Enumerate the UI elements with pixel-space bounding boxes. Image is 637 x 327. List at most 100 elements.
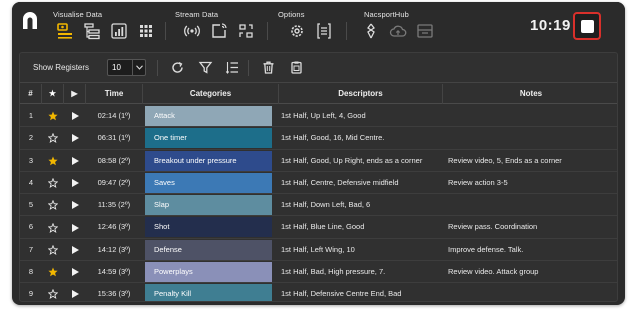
- play-icon[interactable]: [64, 172, 86, 194]
- row-category: Penalty Kill: [145, 284, 272, 301]
- row-category: Shot: [145, 217, 272, 238]
- row-number: 7: [28, 244, 34, 254]
- app-logo-icon[interactable]: [20, 11, 40, 31]
- row-descriptors: 1st Half, Down Left, Bad, 6: [281, 200, 371, 210]
- row-category: Defense: [145, 239, 272, 260]
- star-outline-icon[interactable]: [42, 216, 64, 238]
- row-descriptors: 1st Half, Good, Up Right, ends as a corn…: [281, 155, 423, 165]
- row-descriptors: 1st Half, Bad, High pressure, 7.: [281, 267, 386, 277]
- row-time: 14:12 (3º): [97, 244, 131, 254]
- group-label-hub: NacsportHub: [364, 10, 409, 19]
- row-descriptors: 1st Half, Left Wing, 10: [281, 244, 355, 254]
- star-filled-icon[interactable]: [42, 150, 64, 172]
- grid-icon[interactable]: [137, 22, 155, 40]
- col-header-number[interactable]: #: [20, 84, 42, 104]
- stop-recording-button[interactable]: [573, 12, 601, 40]
- table-row[interactable]: 3 08:58 (2º) Breakout under pressure 1st Ha…: [20, 150, 617, 172]
- table-row[interactable]: 9 15:36 (3º) Penalty Kill 1st Half, Defensi…: [20, 283, 617, 301]
- play-icon[interactable]: [64, 194, 86, 216]
- clock-display: 10:19: [530, 17, 571, 34]
- toolbar-divider: [267, 22, 268, 40]
- chevron-down-icon: [132, 60, 145, 75]
- group-label-options: Options: [278, 10, 305, 19]
- clipboard-icon[interactable]: [289, 60, 304, 75]
- registers-count-select[interactable]: 10: [107, 59, 146, 76]
- play-icon[interactable]: [64, 283, 86, 301]
- row-descriptors: 1st Half, Blue Line, Good: [281, 222, 365, 232]
- row-category: Breakout under pressure: [145, 150, 272, 171]
- register-list-icon[interactable]: [56, 22, 74, 40]
- row-time: 15:36 (3º): [97, 289, 131, 299]
- star-outline-icon[interactable]: [42, 127, 64, 149]
- chart-icon[interactable]: [110, 22, 128, 40]
- sliders-icon[interactable]: [315, 22, 333, 40]
- settings-icon[interactable]: [288, 22, 306, 40]
- star-outline-icon[interactable]: [42, 194, 64, 216]
- trash-icon[interactable]: [261, 60, 276, 75]
- play-icon[interactable]: [64, 239, 86, 261]
- broadcast-icon[interactable]: [183, 22, 201, 40]
- row-time: 08:58 (2º): [97, 155, 131, 165]
- filter-icon[interactable]: [198, 60, 213, 75]
- row-notes: Improve defense. Talk.: [448, 244, 524, 254]
- group-label-stream: Stream Data: [175, 10, 219, 19]
- table-row[interactable]: 1 02:14 (1º) Attack 1st Half, Up Left, 4, G…: [20, 105, 617, 128]
- show-registers-label: Show Registers: [33, 63, 90, 72]
- col-header-notes[interactable]: Notes: [443, 84, 617, 104]
- col-header-time[interactable]: Time: [86, 84, 143, 104]
- table-header: # ★ ▶ Time Categories Descriptors Notes: [20, 84, 617, 104]
- top-toolbar: Visualise Data Stream Data Options Nacsp…: [12, 2, 625, 46]
- play-icon[interactable]: [64, 127, 86, 149]
- row-number: 5: [28, 200, 34, 210]
- share-icon[interactable]: [362, 22, 380, 40]
- grid-upload-icon[interactable]: [416, 22, 434, 40]
- connect-icon[interactable]: [237, 22, 255, 40]
- row-time: 09:47 (2º): [97, 177, 131, 187]
- star-filled-icon[interactable]: [42, 105, 64, 127]
- table-row[interactable]: 6 12:46 (3º) Shot 1st Half, Blue Line, Good…: [20, 216, 617, 239]
- row-time: 02:14 (1º): [97, 111, 131, 120]
- stream-export-icon[interactable]: [210, 22, 228, 40]
- star-outline-icon[interactable]: [42, 239, 64, 261]
- toolbar-divider: [157, 60, 158, 76]
- toolbar-divider: [248, 60, 249, 76]
- row-number: 9: [28, 289, 34, 299]
- col-header-descriptors[interactable]: Descriptors: [279, 84, 443, 104]
- table-row[interactable]: 5 11:35 (2º) Slap 1st Half, Down Left, Bad,…: [20, 194, 617, 217]
- row-descriptors: 1st Half, Centre, Defensive midfield: [281, 177, 399, 187]
- registers-toolbar: Show Registers 10: [20, 53, 617, 83]
- group-label-visualise: Visualise Data: [53, 10, 103, 19]
- row-category: Slap: [145, 195, 272, 216]
- row-category: Powerplays: [145, 262, 272, 283]
- col-header-play[interactable]: ▶: [64, 84, 86, 104]
- table-row[interactable]: 8 14:59 (3º) Powerplays 1st Half, Bad, High…: [20, 261, 617, 284]
- app-window: Visualise Data Stream Data Options Nacsp…: [12, 2, 625, 305]
- star-outline-icon[interactable]: [42, 172, 64, 194]
- row-time: 14:59 (3º): [97, 267, 131, 277]
- table-row[interactable]: 2 06:31 (1º) One timer 1st Half, Good, 16, …: [20, 127, 617, 150]
- row-notes: Review video. Attack group: [448, 267, 539, 277]
- play-icon[interactable]: [64, 150, 86, 172]
- refresh-icon[interactable]: [170, 60, 185, 75]
- row-category: One timer: [145, 128, 272, 149]
- row-time: 11:35 (2º): [97, 200, 131, 210]
- table-row[interactable]: 7 14:12 (3º) Defense 1st Half, Left Wing, 1…: [20, 239, 617, 262]
- table-row[interactable]: 4 09:47 (2º) Saves 1st Half, Centre, Defens…: [20, 172, 617, 195]
- play-icon[interactable]: [64, 216, 86, 238]
- tree-list-icon[interactable]: [83, 22, 101, 40]
- toolbar-divider: [346, 22, 347, 40]
- play-icon[interactable]: [64, 105, 86, 127]
- row-number: 2: [28, 133, 34, 143]
- row-notes: [446, 105, 616, 127]
- col-header-categories[interactable]: Categories: [143, 84, 279, 104]
- sort-list-icon[interactable]: [225, 60, 240, 75]
- row-category: Attack: [145, 106, 272, 126]
- table-body: 1 02:14 (1º) Attack 1st Half, Up Left, 4, G…: [20, 105, 617, 301]
- registers-panel: Show Registers 10 # ★ ▶ Time Categories …: [19, 52, 618, 302]
- col-header-star[interactable]: ★: [42, 84, 64, 104]
- row-time: 06:31 (1º): [97, 133, 131, 143]
- cloud-upload-icon[interactable]: [389, 22, 407, 40]
- play-icon[interactable]: [64, 261, 86, 283]
- star-outline-icon[interactable]: [42, 283, 64, 301]
- star-filled-icon[interactable]: [42, 261, 64, 283]
